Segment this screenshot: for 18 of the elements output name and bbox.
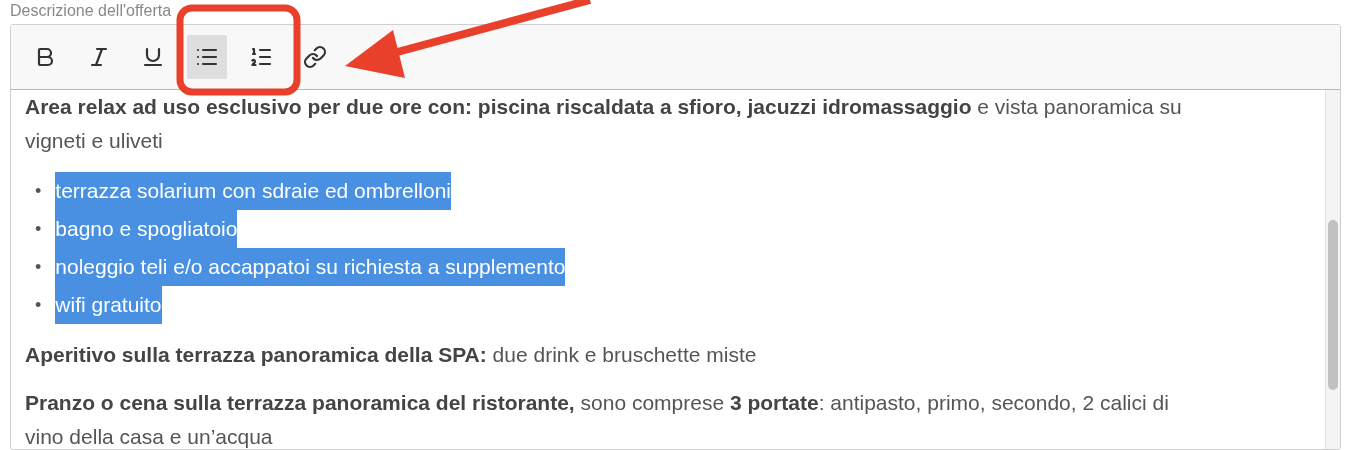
- scrollbar-thumb[interactable]: [1328, 220, 1338, 390]
- numbered-list-icon: [249, 45, 273, 69]
- paragraph: Area relax ad uso esclusivo per due ore con: piscina riscaldata a sfioro, jacuzzi idromassaggio e vista panoramica su vigneti e uliveti: [25, 94, 1183, 154]
- underline-icon: [141, 45, 165, 69]
- list-item: bagno e spogliatoio: [55, 210, 238, 248]
- list-item: wifi gratuito: [55, 286, 162, 324]
- list-item: terrazza solarium con sdraie ed ombrelloni: [55, 172, 451, 210]
- field-label: Descrizione dell'offerta: [10, 2, 172, 20]
- link-icon: [303, 45, 327, 69]
- bullet: •: [35, 256, 42, 279]
- list-item: noleggio teli e/o accappatoi su richiesta a supplemento: [55, 248, 566, 286]
- bullet: •: [35, 218, 42, 241]
- rich-text-editor[interactable]: [10, 24, 1341, 450]
- paragraph: Aperitivo sulla terrazza panoramica della SPA: due drink e bruschette miste: [25, 342, 758, 368]
- bullet-list-button[interactable]: [187, 35, 227, 79]
- paragraph: Pranzo o cena sulla terrazza panoramica del ristorante, sono comprese 3 portate: antipasto, primo, secondo, 2 calici di vino della casa e un’acqua: [25, 390, 1170, 449]
- bullet: •: [35, 294, 42, 317]
- bullet: •: [35, 180, 42, 203]
